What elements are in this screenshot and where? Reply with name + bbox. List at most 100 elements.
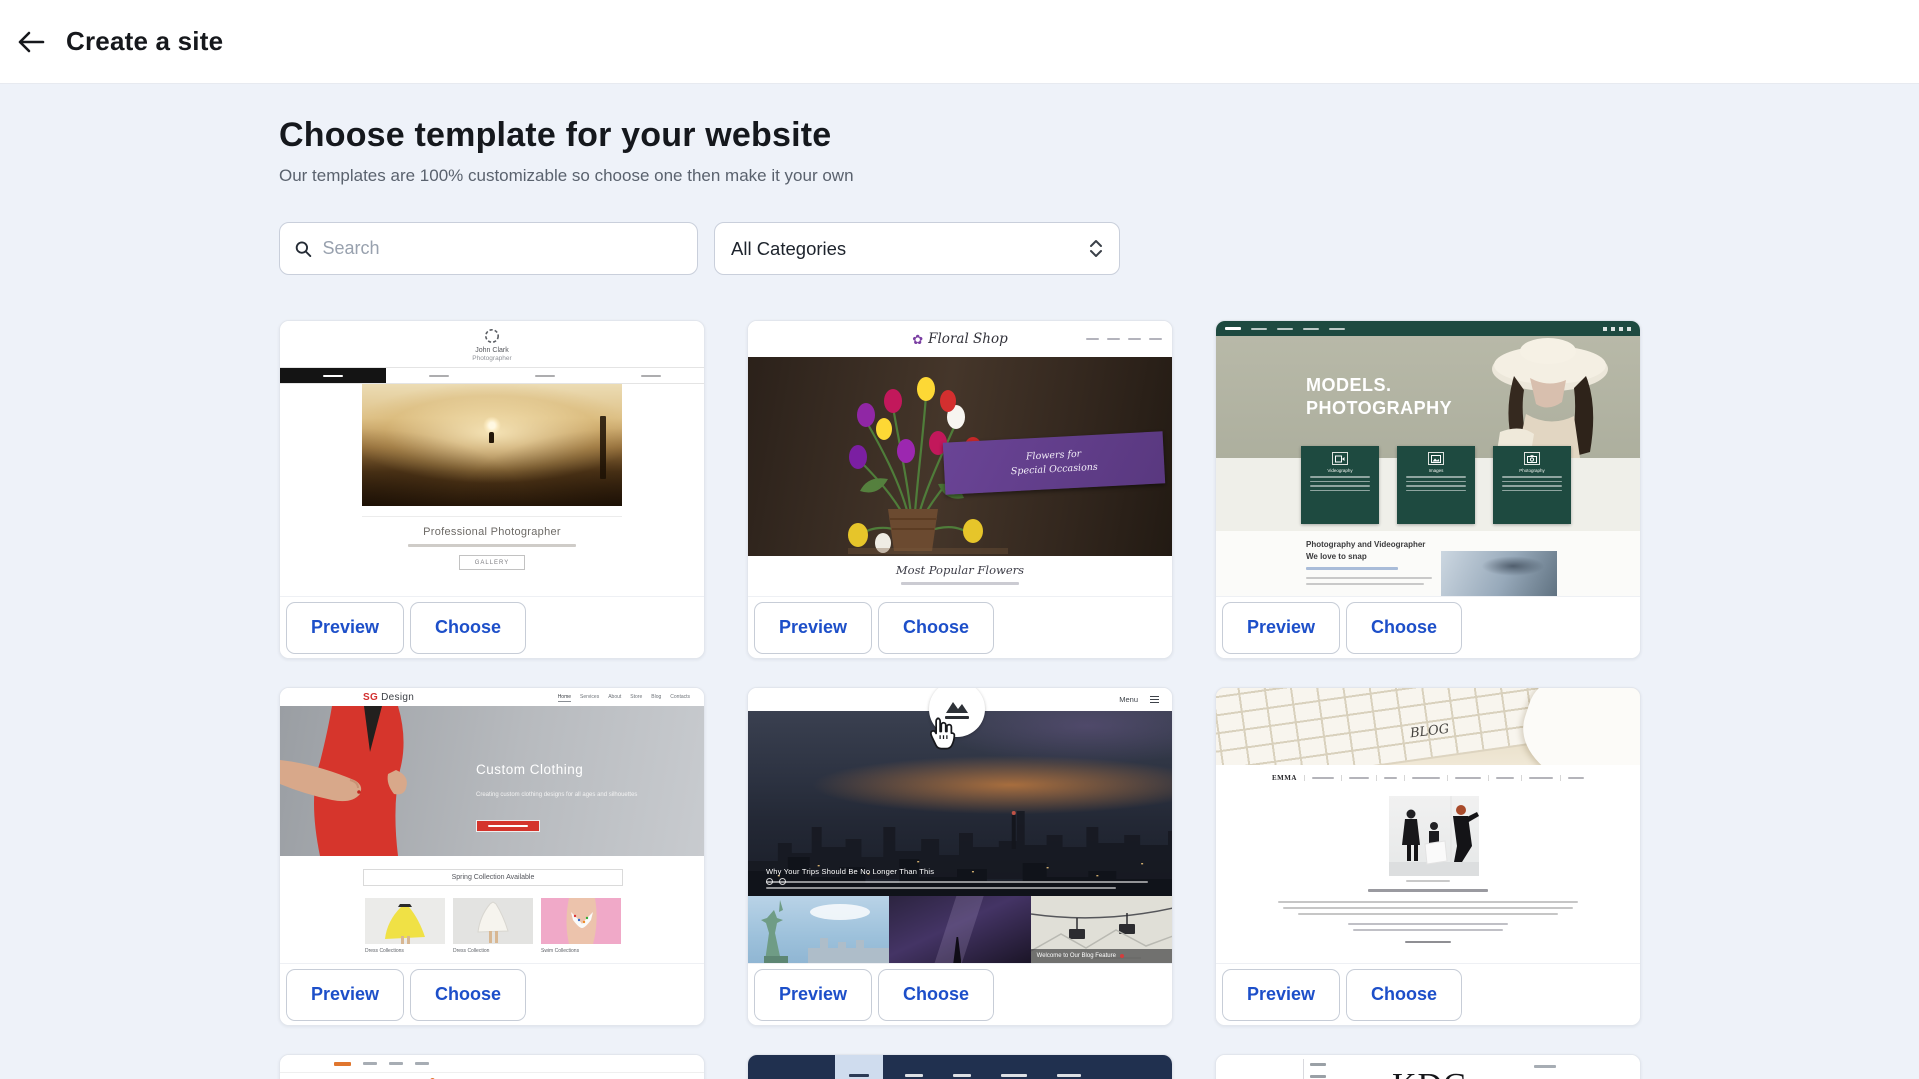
template-thumbnail-models-photography[interactable]: MODELS. PHOTOGRAPHY xyxy=(1216,321,1640,596)
nav-item xyxy=(953,1074,971,1077)
mini-site-headline: Professional Photographer xyxy=(280,526,704,538)
divider xyxy=(280,1072,704,1073)
nav-item xyxy=(905,1074,923,1077)
template-card-partial-7: Preview Choose xyxy=(279,1054,705,1079)
nav-tab-active xyxy=(835,1055,883,1079)
mini-site-headline: Why Your Trips Should Be No Longer Than … xyxy=(766,867,934,876)
nav-item-active xyxy=(1225,327,1241,330)
text-line xyxy=(1310,1075,1326,1078)
mini-site-brand: KDC xyxy=(1392,1067,1467,1079)
preview-button[interactable]: Preview xyxy=(754,969,872,1021)
template-thumbnail-sg-design[interactable]: SG Design Home Services About Store Blog… xyxy=(280,688,704,963)
text-line xyxy=(535,375,555,377)
text-line xyxy=(1353,929,1503,931)
banner-line: Special Occasions xyxy=(1011,461,1099,480)
divider xyxy=(1521,775,1522,781)
choose-button[interactable]: Choose xyxy=(1346,602,1462,654)
template-thumbnail-travel-blog[interactable]: Menu Why Your Trips xyxy=(748,688,1172,963)
mini-site-hero: Custom Clothing Creating custom clothing… xyxy=(280,706,704,856)
text-line xyxy=(488,825,528,827)
choose-button[interactable]: Choose xyxy=(878,602,994,654)
text-line xyxy=(1310,1063,1326,1066)
nav-item-active xyxy=(334,1062,351,1066)
text-row xyxy=(1216,929,1640,931)
text-line xyxy=(1306,583,1424,585)
nav-item: Contacts xyxy=(670,694,690,702)
preview-button[interactable]: Preview xyxy=(754,602,872,654)
preview-button[interactable]: Preview xyxy=(286,969,404,1021)
template-thumbnail-photographer[interactable]: John Clark Photographer Professional Pho… xyxy=(280,321,704,596)
page-title: Create a site xyxy=(66,26,223,57)
text-line xyxy=(429,375,449,377)
preview-button[interactable]: Preview xyxy=(286,602,404,654)
choose-button[interactable]: Choose xyxy=(410,602,526,654)
text-line xyxy=(1306,577,1432,579)
template-thumbnail-partial[interactable] xyxy=(748,1055,1172,1079)
product-photo-dress-white xyxy=(453,898,533,944)
choose-button[interactable]: Choose xyxy=(410,969,526,1021)
search-input[interactable] xyxy=(323,238,683,259)
mini-site-brand: John Clark xyxy=(280,347,704,354)
nav-item: Services xyxy=(580,694,599,702)
feature-label: Images xyxy=(1429,468,1444,473)
text-line xyxy=(1529,777,1553,780)
paper-sheet-shape xyxy=(1510,688,1640,765)
template-thumbnail-minimal-blog[interactable]: BLOG EMMA xyxy=(1216,688,1640,963)
mini-site-headline: Custom Clothing xyxy=(476,762,583,777)
mini-site-subtext: Creating custom clothing designs for all… xyxy=(476,790,648,800)
nav-tab xyxy=(386,368,492,383)
choose-button[interactable]: Choose xyxy=(878,969,994,1021)
text-row xyxy=(1216,907,1640,909)
nav-item: Blog xyxy=(651,694,661,702)
nav-tab xyxy=(598,368,704,383)
choose-button[interactable]: Choose xyxy=(1346,969,1462,1021)
text-line xyxy=(1348,923,1508,925)
divider xyxy=(362,516,622,517)
text-line xyxy=(408,544,576,547)
text-line xyxy=(323,375,343,377)
mini-site-about-section: Photography and Videographer We love to … xyxy=(1216,531,1640,596)
social-icon xyxy=(1627,327,1631,331)
collections-banner: Spring Collection Available xyxy=(363,869,623,886)
divider xyxy=(1488,775,1489,781)
text-line xyxy=(1406,485,1466,487)
top-bar: Create a site xyxy=(0,0,1919,84)
text-line xyxy=(1502,476,1562,478)
preview-button[interactable]: Preview xyxy=(1222,969,1340,1021)
text-line xyxy=(1283,907,1573,909)
mini-site-brand: Floral Shop xyxy=(928,331,1008,347)
collection-label: Dress Collection xyxy=(453,948,489,954)
template-card-partial-9: KDC Preview Choose xyxy=(1215,1054,1641,1079)
template-thumbnail-partial[interactable] xyxy=(280,1055,704,1079)
caption-text: Welcome to Our Blog Feature xyxy=(1037,953,1116,959)
text-line xyxy=(1107,338,1120,340)
text-line xyxy=(1384,777,1397,780)
sunset-field-photo xyxy=(362,384,622,506)
menu-label: Menu xyxy=(1119,695,1138,704)
text-line xyxy=(1534,1065,1556,1068)
feature-card: Videography xyxy=(1301,446,1379,524)
nav-item xyxy=(1057,1074,1081,1077)
nav-item xyxy=(389,1062,403,1065)
divider xyxy=(1560,775,1561,781)
preview-button[interactable]: Preview xyxy=(1222,602,1340,654)
video-icon xyxy=(1332,452,1348,465)
back-button[interactable] xyxy=(8,19,54,65)
template-thumbnail-floral-shop[interactable]: ✿ Floral Shop xyxy=(748,321,1172,596)
feature-label: Videography xyxy=(1327,468,1352,473)
play-icon xyxy=(1120,954,1124,958)
chairlift-sketch-photo: Welcome to Our Blog Feature xyxy=(1031,896,1172,963)
category-select[interactable]: All Categories xyxy=(714,222,1120,275)
template-card-partial-8: Preview Choose xyxy=(747,1054,1173,1079)
text-line xyxy=(1406,481,1466,483)
text-line xyxy=(1278,901,1578,903)
mini-site-nav: EMMA xyxy=(1216,774,1640,782)
template-card-models-photography: MODELS. PHOTOGRAPHY xyxy=(1215,320,1641,659)
text-line xyxy=(1349,777,1369,780)
product-photo-swimwear xyxy=(541,898,621,944)
card-actions: Preview Choose xyxy=(748,963,1172,1025)
nav-tab-active xyxy=(280,368,386,383)
nav-item xyxy=(363,1062,377,1065)
template-thumbnail-partial[interactable]: KDC xyxy=(1216,1055,1640,1079)
nav-item xyxy=(1001,1074,1027,1077)
